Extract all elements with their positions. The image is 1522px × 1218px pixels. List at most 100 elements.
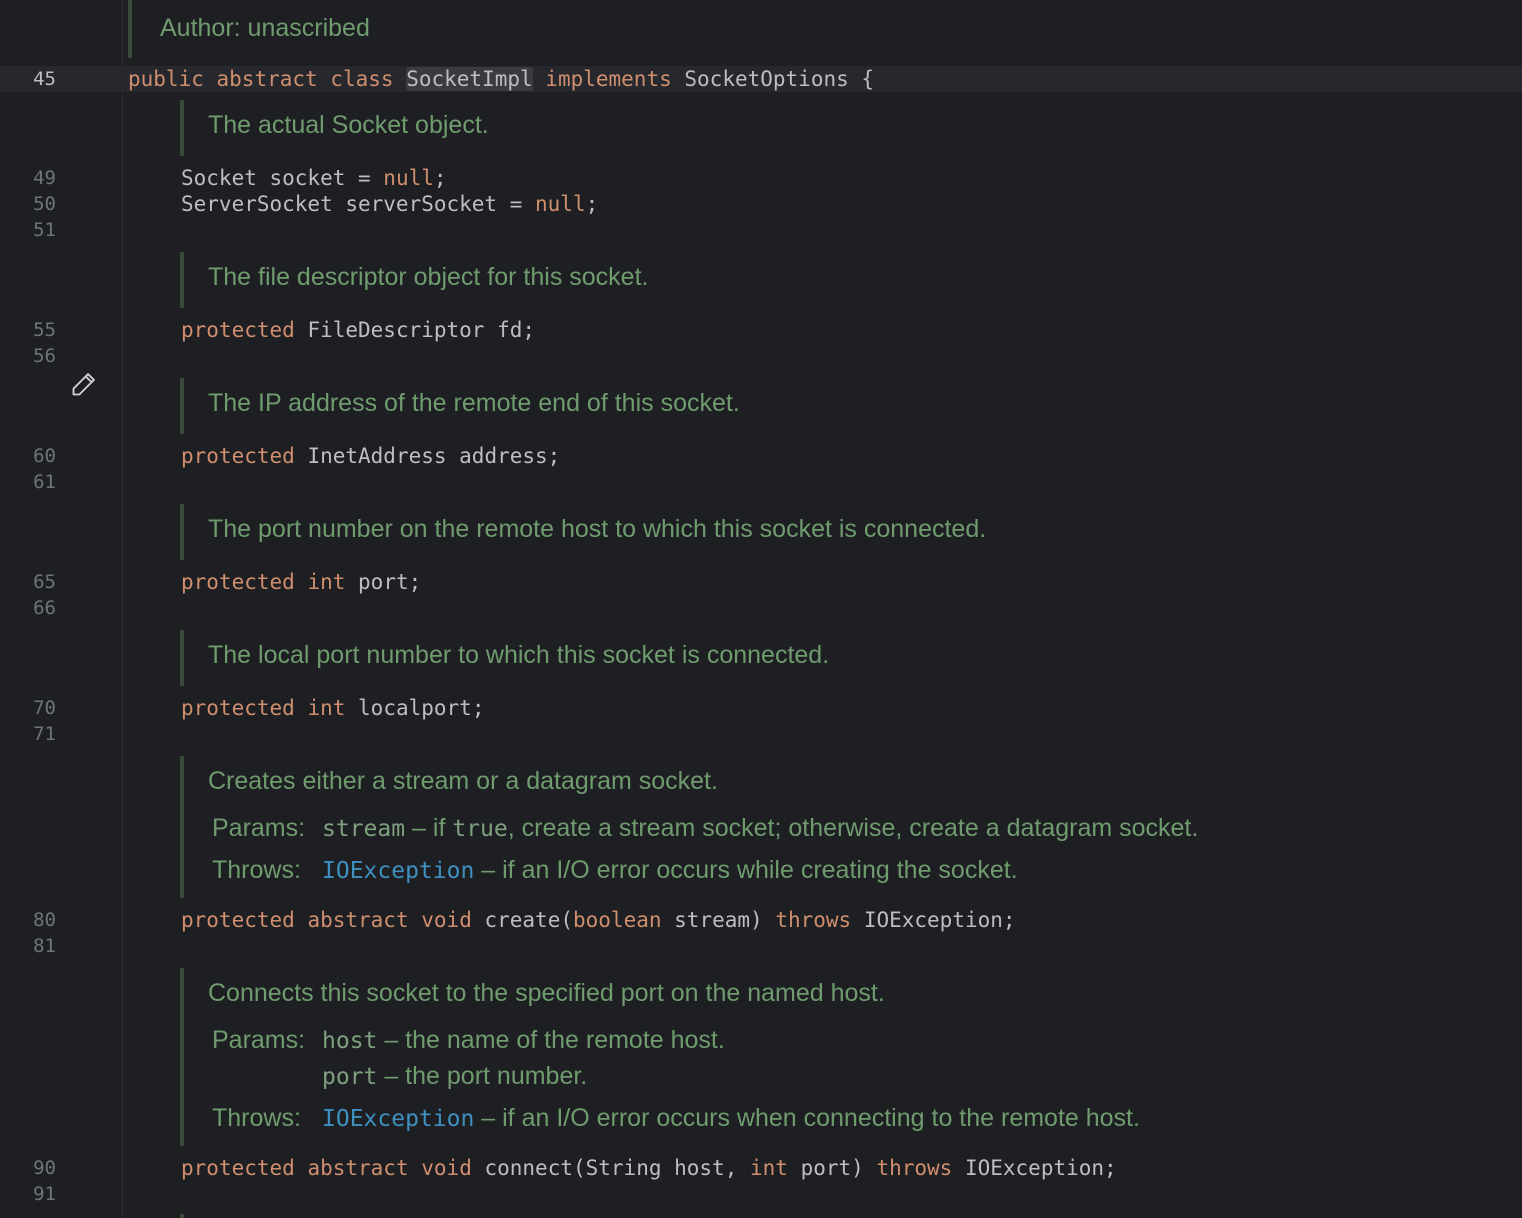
doc-comment-localport[interactable]: The local port number to which this sock… [180,630,1484,686]
doc-summary: Creates either a stream or a datagram so… [208,767,718,795]
param-desc: – the port number. [377,1062,588,1090]
interface-name[interactable]: SocketOptions [684,67,848,91]
doc-comment-connect[interactable]: Connects this socket to the specified po… [180,968,1484,1146]
exception-link[interactable]: IOException [322,858,474,884]
kw-null: null [383,166,434,190]
code-line-65[interactable]: protected int port; [181,569,421,595]
kw-throws: throws [775,908,852,932]
line-number: 70 [33,697,56,719]
kw-int: int [307,570,346,594]
line-number: 81 [33,935,56,957]
doc-params-label: Params: [212,814,306,842]
doc-comment-create[interactable]: Creates either a stream or a datagram so… [180,756,1484,898]
field-decl: FileDescriptor fd; [294,318,536,342]
throws-desc: – if an I/O error occurs when connecting… [474,1104,1140,1132]
doc-comment-address[interactable]: The IP address of the remote end of this… [180,378,1484,434]
method-name: connect(String host, [471,1156,750,1180]
code-line-55[interactable]: protected FileDescriptor fd; [181,317,535,343]
param-desc: – the name of the remote host. [377,1026,725,1054]
method-name: create( [471,908,573,932]
kw-protected: protected [181,696,295,720]
type-name: Socket [181,166,257,190]
param-desc: , create a stream socket; otherwise, cre… [507,814,1199,842]
semicolon: ; [585,192,599,216]
line-number: 61 [33,471,56,493]
field-decl: localport; [345,696,485,720]
gutter-separator [122,0,123,1218]
kw-abstract: abstract [307,908,409,932]
param-name: host [322,1028,378,1054]
doc-comment-next [180,1214,1484,1218]
line-number: 51 [33,219,56,241]
code-line-50[interactable]: ServerSocket serverSocket = null; [181,191,598,217]
line-number: 91 [33,1183,56,1205]
kw-abstract: abstract [216,67,318,91]
line-number-current: 45 [33,68,56,90]
code-line-90[interactable]: protected abstract void connect(String h… [181,1155,1117,1181]
doc-summary: Connects this socket to the specified po… [208,979,885,1007]
kw-protected: protected [181,444,295,468]
line-number: 56 [33,345,56,367]
field-decl: InetAddress address; [294,444,561,468]
line-number: 66 [33,597,56,619]
kw-protected: protected [181,908,295,932]
doc-comment-author[interactable]: Author: unascribed [128,0,1512,58]
throws-desc: – if an I/O error occurs while creating … [474,856,1018,884]
class-name[interactable]: SocketImpl [406,67,533,91]
doc-throws-label: Throws: [212,856,301,884]
kw-throws: throws [876,1156,953,1180]
line-number: 71 [33,723,56,745]
field-decl: serverSocket = [332,192,536,216]
field-decl: port; [345,570,422,594]
kw-implements: implements [545,67,672,91]
type-name: ServerSocket [181,192,333,216]
kw-protected: protected [181,318,295,342]
line-number: 60 [33,445,56,467]
doc-comment-port[interactable]: The port number on the remote host to wh… [180,504,1484,560]
param-dash: – if [405,814,453,842]
doc-throws-label: Throws: [212,1104,301,1132]
kw-int: int [750,1156,788,1180]
line-number: 50 [33,193,56,215]
doc-text: The file descriptor object for this sock… [208,263,649,291]
kw-class: class [330,67,394,91]
line-number: 65 [33,571,56,593]
code-line-80[interactable]: protected abstract void create(boolean s… [181,907,1016,933]
param-decl: stream) [661,908,776,932]
kw-public: public [128,67,204,91]
exception-link[interactable]: IOException [322,1106,474,1132]
line-number: 90 [33,1157,56,1179]
exception-type: IOException; [851,908,1016,932]
kw-protected: protected [181,1156,295,1180]
doc-comment-socket[interactable]: The actual Socket object. [180,100,1484,156]
code-line-60[interactable]: protected InetAddress address; [181,443,560,469]
kw-int: int [307,696,346,720]
code-line-49[interactable]: Socket socket = null; [181,165,447,191]
doc-param-line: port – the port number. [322,1061,587,1092]
doc-text: The local port number to which this sock… [208,641,830,669]
param-name: stream [322,816,406,842]
param-true: true [452,816,508,842]
param-name: port [322,1064,378,1090]
kw-abstract: abstract [307,1156,409,1180]
kw-protected: protected [181,570,295,594]
semicolon: ; [433,166,447,190]
open-brace: { [861,67,875,91]
code-line-70[interactable]: protected int localport; [181,695,484,721]
pencil-icon[interactable] [70,370,98,398]
doc-param-line: stream – if true, create a stream socket… [322,813,1198,844]
kw-void: void [421,1156,472,1180]
doc-text: The IP address of the remote end of this… [208,389,740,417]
field-decl: socket = [256,166,384,190]
doc-author-text: Author: unascribed [160,14,370,42]
class-declaration[interactable]: public abstract class SocketImpl impleme… [128,66,874,92]
param-decl: port) [787,1156,877,1180]
line-number: 49 [33,167,56,189]
doc-params-label: Params: [212,1026,306,1054]
line-number: 80 [33,909,56,931]
doc-text: The port number on the remote host to wh… [208,515,987,543]
doc-param-line: host – the name of the remote host. [322,1025,725,1056]
doc-throws-line: IOException – if an I/O error occurs whe… [322,1103,1140,1134]
doc-comment-fd[interactable]: The file descriptor object for this sock… [180,252,1484,308]
kw-boolean: boolean [573,908,662,932]
